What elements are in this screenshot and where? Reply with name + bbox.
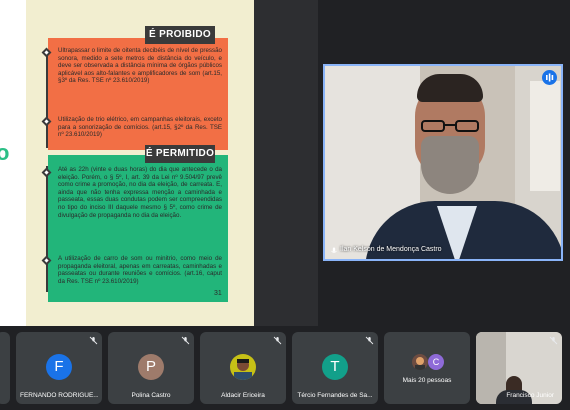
prohibited-title: É PROIBIDO	[145, 26, 215, 44]
mic-off-icon	[549, 336, 558, 345]
avatar: F	[46, 354, 72, 380]
background-shelf	[530, 81, 560, 191]
participant-tile[interactable]: Aldacir Ericeira	[200, 332, 286, 404]
mic-off-icon	[89, 336, 98, 345]
avatar	[230, 354, 256, 380]
participant-name: Francisco Junior	[506, 392, 554, 399]
person-photo-icon	[415, 357, 425, 370]
avatar: P	[138, 354, 164, 380]
permitted-item: Até as 22h (vinte e duas horas) do dia q…	[58, 166, 222, 219]
mic-icon	[331, 247, 337, 253]
participant-name: Aldacir Ericeira	[221, 392, 265, 399]
permitted-item: A utilização de carro de som ou minitrio…	[58, 255, 222, 285]
prohibited-item: Utilização de trio elétrico, em campanha…	[58, 116, 222, 139]
mic-off-icon	[181, 336, 190, 345]
avatar: T	[322, 354, 348, 380]
mic-off-icon	[273, 336, 282, 345]
participant-tile[interactable]: T Tércio Fernandes de Sa...	[292, 332, 378, 404]
timeline-line	[46, 52, 48, 148]
participant-tile[interactable]: P Polina Castro	[108, 332, 194, 404]
participant-name: FERNANDO RODRIGUE...	[20, 392, 98, 399]
timeline-line	[46, 166, 48, 292]
more-participants-tile[interactable]: C Mais 20 pessoas	[384, 332, 470, 404]
speaker-hair	[417, 74, 483, 102]
presentation-area: o É PROIBIDO É PERMITIDO Ultrapassar o l…	[0, 0, 318, 326]
audio-indicator-icon	[542, 70, 557, 85]
slide-page-number: 31	[214, 290, 222, 297]
glasses-icon	[421, 120, 479, 132]
mic-off-icon	[365, 336, 374, 345]
speaker-name: Ilan Kelson de Mendonça Castro	[340, 246, 442, 253]
participant-tile[interactable]: F FERNANDO RODRIGUE...	[16, 332, 102, 404]
avatar: C	[428, 354, 444, 370]
speaker-beard	[421, 136, 479, 194]
more-participants-label: Mais 20 pessoas	[402, 377, 452, 384]
permitted-title: É PERMITIDO	[145, 145, 215, 163]
slide-left-glyph: o	[0, 140, 10, 165]
presentation-margin	[254, 0, 318, 326]
participant-name: Tércio Fernandes de Sa...	[297, 392, 373, 399]
active-speaker-tile[interactable]: Ilan Kelson de Mendonça Castro	[323, 64, 563, 261]
avatar	[412, 354, 428, 370]
person-photo-icon	[234, 359, 252, 380]
participant-tile[interactable]: Francisco Junior	[476, 332, 562, 404]
participant-name: Polina Castro	[131, 392, 171, 399]
slide: o É PROIBIDO É PERMITIDO Ultrapassar o l…	[0, 0, 254, 326]
participant-tile-partial[interactable]	[0, 332, 10, 404]
prohibited-item: Ultrapassar o limite de oitenta decibéis…	[58, 47, 222, 85]
